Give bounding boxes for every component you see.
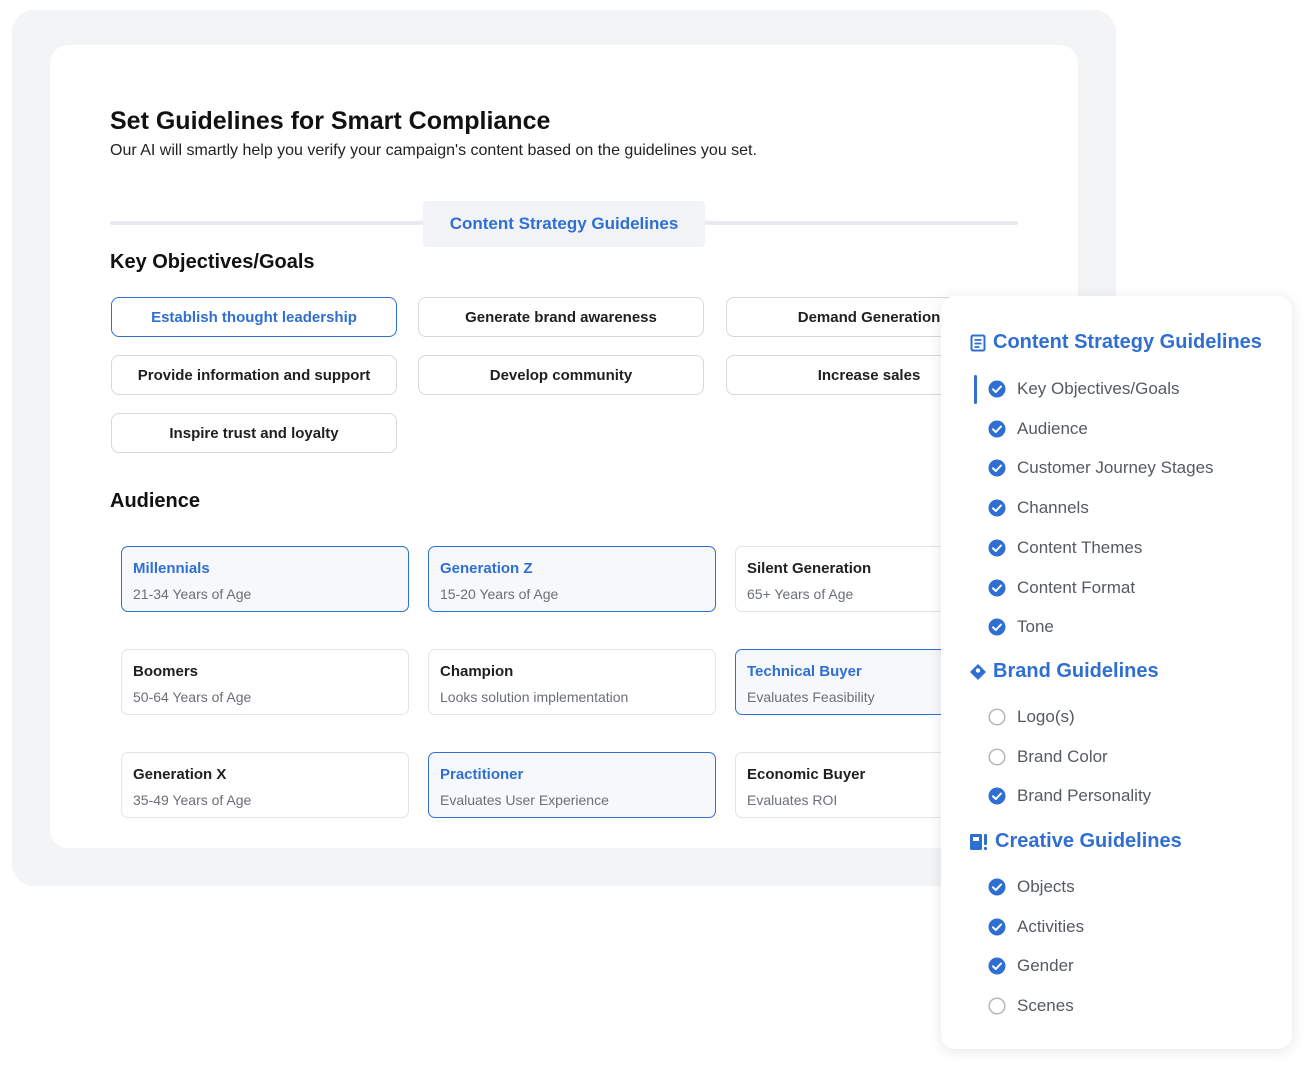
objective-chip-develop-community[interactable]: Develop community [418, 355, 704, 395]
check-circle-icon [988, 539, 1017, 557]
sidebar-item-logo-s[interactable]: Logo(s) [988, 707, 1075, 727]
sidebar-item-label: Gender [1017, 956, 1074, 976]
sidebar-item-channels[interactable]: Channels [988, 498, 1089, 518]
sidebar-item-content-themes[interactable]: Content Themes [988, 538, 1142, 558]
check-circle-icon [988, 957, 1017, 975]
check-circle-icon [988, 918, 1017, 936]
audience-card-generation-x[interactable]: Generation X 35-49 Years of Age [121, 752, 409, 818]
sidebar-item-label: Objects [1017, 877, 1075, 896]
sidebar-item-brand-color[interactable]: Brand Color [988, 747, 1108, 767]
empty-circle-icon [988, 748, 1017, 766]
sidebar-heading-content-strategy-guidelines[interactable]: Content Strategy Guidelines [969, 331, 1262, 354]
audience-description: Looks solution implementation [440, 689, 629, 705]
audience-card-practitioner[interactable]: Practitioner Evaluates User Experience [428, 752, 716, 818]
sidebar-item-tone[interactable]: Tone [988, 617, 1054, 637]
sidebar-heading-label: Creative Guidelines [995, 830, 1182, 852]
guidelines-card: Set Guidelines for Smart Compliance Our … [50, 45, 1078, 848]
sidebar-item-key-objectives-goals[interactable]: Key Objectives/Goals [988, 379, 1180, 399]
audience-name: Champion [440, 663, 514, 680]
objectives-heading: Key Objectives/Goals [110, 251, 315, 273]
objective-chip-inspire-trust-and-loyalty[interactable]: Inspire trust and loyalty [111, 413, 397, 453]
audience-card-millennials[interactable]: Millennials 21-34 Years of Age [121, 546, 409, 612]
guidelines-sidebar: Content Strategy Guidelines Key Objective… [941, 296, 1292, 1049]
check-circle-icon [988, 459, 1017, 477]
sidebar-item-label: Channels [1017, 498, 1089, 518]
audience-description: 15-20 Years of Age [440, 586, 559, 602]
sidebar-item-label: Scenes [1017, 996, 1074, 1016]
objective-chip-establish-thought-leadership[interactable]: Establish thought leadership [111, 297, 397, 337]
audience-description: 35-49 Years of Age [133, 792, 252, 808]
audience-heading: Audience [110, 490, 201, 512]
check-circle-icon [988, 618, 1017, 636]
audience-name: Generation X [133, 766, 227, 783]
audience-card-generation-z[interactable]: Generation Z 15-20 Years of Age [428, 546, 716, 612]
sidebar-item-brand-personality[interactable]: Brand Personality [988, 786, 1151, 806]
audience-description: Evaluates User Experience [440, 792, 609, 808]
tab-content-strategy[interactable]: Content Strategy Guidelines [423, 201, 705, 247]
sidebar-item-label: Brand Color [1017, 746, 1108, 766]
active-indicator [974, 375, 977, 404]
sidebar-item-label: Tone [1017, 617, 1054, 637]
sidebar-heading-creative-guidelines[interactable]: Creative Guidelines [969, 830, 1182, 853]
audience-card-champion[interactable]: Champion Looks solution implementation [428, 649, 716, 715]
audience-card-boomers[interactable]: Boomers 50-64 Years of Age [121, 649, 409, 715]
document-icon [969, 334, 993, 352]
sidebar-item-label: Customer Journey Stages [1017, 458, 1214, 478]
sidebar-item-audience[interactable]: Audience [988, 419, 1088, 439]
audience-name: Generation Z [440, 560, 533, 577]
check-circle-icon [988, 499, 1017, 517]
sidebar-item-label: Brand Personality [1017, 786, 1152, 806]
sidebar-item-label: Content Format [1017, 577, 1136, 597]
check-circle-icon [988, 787, 1017, 805]
sidebar-heading-label: Content Strategy Guidelines [993, 331, 1262, 353]
audience-name: Practitioner [440, 766, 524, 783]
sidebar-item-label: Activities [1017, 916, 1085, 936]
objective-chip-generate-brand-awareness[interactable]: Generate brand awareness [418, 297, 704, 337]
empty-circle-icon [988, 708, 1017, 726]
audience-name: Millennials [133, 560, 210, 577]
check-circle-icon [988, 878, 1017, 896]
page-subtitle: Our AI will smartly help you verify your… [110, 142, 757, 159]
audience-name: Boomers [133, 663, 199, 680]
sidebar-item-objects[interactable]: Objects [988, 877, 1075, 897]
check-circle-icon [988, 380, 1017, 398]
sidebar-item-label: Content Themes [1017, 537, 1143, 557]
audience-description: 21-34 Years of Age [133, 586, 252, 602]
sidebar-heading-label: Brand Guidelines [993, 660, 1159, 682]
page-title: Set Guidelines for Smart Compliance [110, 107, 551, 135]
objective-chip-provide-information-and-support[interactable]: Provide information and support [111, 355, 397, 395]
audience-description: 50-64 Years of Age [133, 689, 252, 705]
sidebar-item-scenes[interactable]: Scenes [988, 996, 1074, 1016]
sidebar-item-label: Key Objectives/Goals [1017, 379, 1180, 398]
sidebar-item-label: Logo(s) [1017, 707, 1075, 726]
empty-circle-icon [988, 997, 1017, 1015]
sidebar-heading-brand-guidelines[interactable]: Brand Guidelines [969, 660, 1159, 683]
sidebar-item-activities[interactable]: Activities [988, 917, 1084, 937]
brand-badge-icon [969, 663, 993, 681]
creative-book-icon [969, 833, 995, 851]
sidebar-item-customer-journey-stages[interactable]: Customer Journey Stages [988, 458, 1214, 478]
check-circle-icon [988, 579, 1017, 597]
sidebar-item-gender[interactable]: Gender [988, 956, 1074, 976]
sidebar-item-label: Audience [1017, 418, 1088, 438]
sidebar-item-content-format[interactable]: Content Format [988, 578, 1135, 598]
check-circle-icon [988, 420, 1017, 438]
